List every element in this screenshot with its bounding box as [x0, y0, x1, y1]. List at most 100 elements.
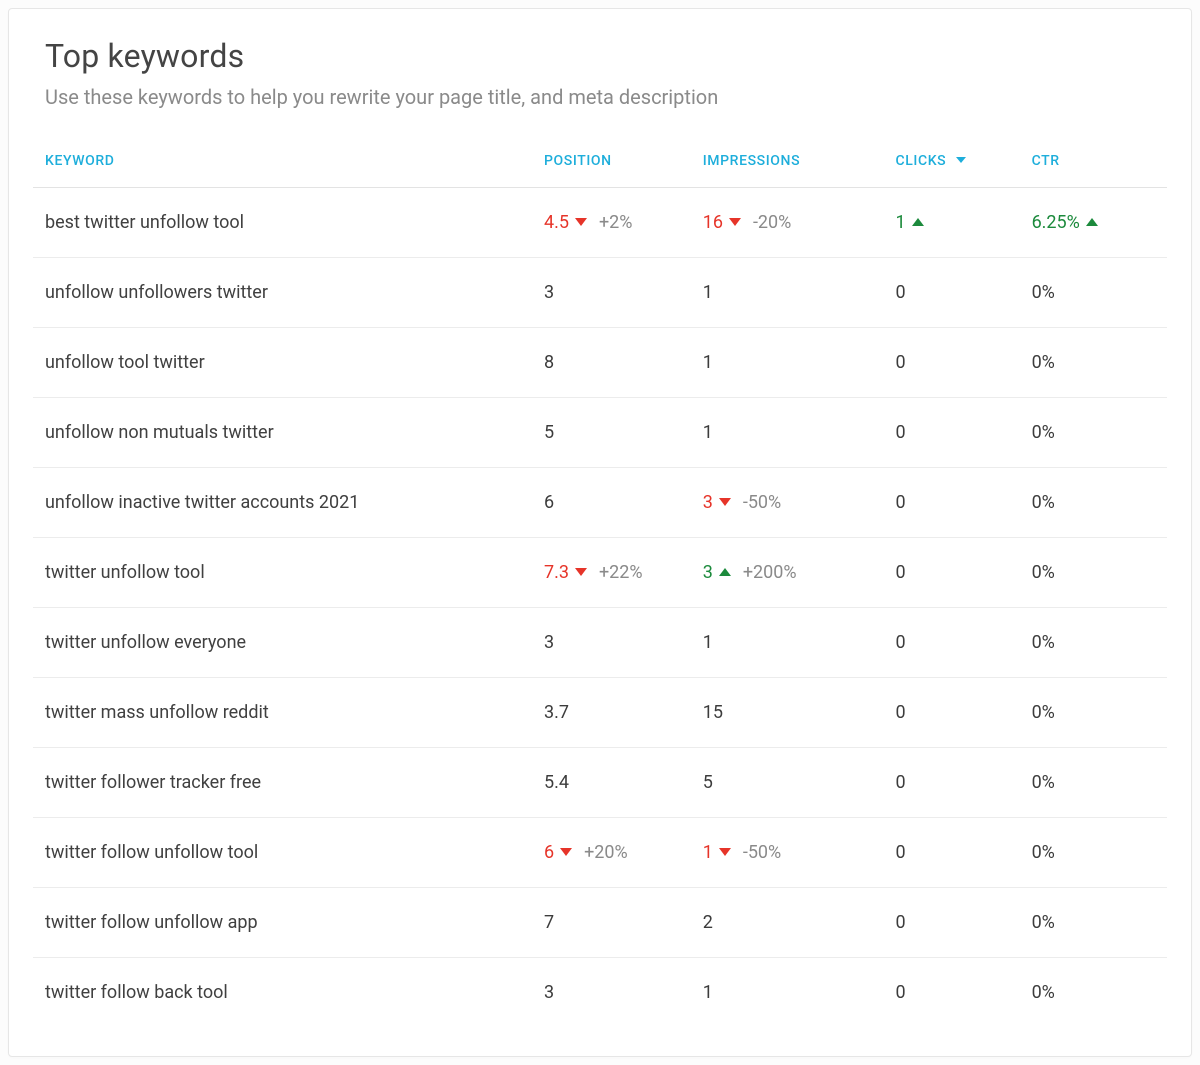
impressions-cell: 15 [691, 678, 884, 748]
clicks-metric: 0 [895, 352, 905, 373]
card-subtitle: Use these keywords to help you rewrite y… [45, 85, 1155, 109]
table-row[interactable]: unfollow tool twitter8100% [33, 328, 1167, 398]
table-header-row: KEYWORD POSITION IMPRESSIONS CLICKS CTR [33, 131, 1167, 188]
position-value: 8 [544, 352, 554, 373]
card-header: Top keywords Use these keywords to help … [9, 37, 1191, 131]
table-row[interactable]: twitter follower tracker free5.4500% [33, 748, 1167, 818]
ctr-value: 0% [1032, 842, 1055, 863]
ctr-metric: 0% [1032, 492, 1055, 513]
impressions-metric: 5 [703, 772, 713, 793]
col-impressions[interactable]: IMPRESSIONS [691, 131, 884, 188]
trend-down-icon [719, 848, 731, 856]
clicks-metric: 1 [895, 212, 925, 233]
clicks-value: 0 [895, 842, 905, 863]
position-cell: 6+20% [532, 818, 691, 888]
impressions-value: 1 [703, 982, 713, 1003]
clicks-metric: 0 [895, 772, 905, 793]
table-row[interactable]: twitter follow unfollow tool 6+20% 1-50% 0 0… [33, 818, 1167, 888]
ctr-value: 0% [1032, 982, 1055, 1003]
position-cell: 7.3+22% [532, 538, 691, 608]
ctr-metric: 0% [1032, 842, 1055, 863]
position-value: 6 [544, 842, 554, 863]
position-cell: 5 [532, 398, 691, 468]
ctr-metric: 0% [1032, 912, 1055, 933]
impressions-cell: 1 [691, 398, 884, 468]
col-ctr-label: CTR [1032, 153, 1060, 169]
col-ctr[interactable]: CTR [1020, 131, 1167, 188]
table-row[interactable]: twitter follow unfollow app7200% [33, 888, 1167, 958]
table-row[interactable]: twitter follow back tool3100% [33, 958, 1167, 1014]
trend-up-icon [719, 568, 731, 576]
impressions-metric: 1 [703, 282, 713, 303]
impressions-cell: 1-50% [691, 818, 884, 888]
position-metric: 3 [544, 982, 554, 1003]
clicks-cell: 0 [883, 258, 1019, 328]
col-clicks[interactable]: CLICKS [883, 131, 1019, 188]
ctr-value: 0% [1032, 702, 1055, 723]
clicks-metric: 0 [895, 562, 905, 583]
position-metric: 6+20% [544, 842, 628, 863]
clicks-value: 0 [895, 492, 905, 513]
clicks-value: 0 [895, 562, 905, 583]
col-impressions-label: IMPRESSIONS [703, 153, 800, 169]
position-metric: 7 [544, 912, 554, 933]
trend-up-icon [1086, 218, 1098, 226]
position-metric: 3 [544, 632, 554, 653]
ctr-cell: 0% [1020, 328, 1167, 398]
position-value: 7.3 [544, 562, 569, 583]
keyword-cell: unfollow non mutuals twitter [33, 398, 532, 468]
keyword-cell: twitter unfollow tool [33, 538, 532, 608]
table-row[interactable]: unfollow non mutuals twitter5100% [33, 398, 1167, 468]
impressions-cell: 1 [691, 958, 884, 1014]
table-row[interactable]: twitter unfollow everyone3100% [33, 608, 1167, 678]
table-row[interactable]: twitter unfollow tool7.3+22%3+200%00% [33, 538, 1167, 608]
table-row[interactable]: unfollow inactive twitter accounts 2021 6… [33, 468, 1167, 538]
impressions-value: 15 [703, 702, 723, 723]
position-metric: 5 [544, 422, 554, 443]
impressions-cell: 16-20% [691, 188, 884, 258]
table-body: best twitter unfollow tool4.5+2%16-20%16… [33, 188, 1167, 1014]
keyword-cell: twitter unfollow everyone [33, 608, 532, 678]
col-position[interactable]: POSITION [532, 131, 691, 188]
impressions-cell: 5 [691, 748, 884, 818]
position-value: 6 [544, 492, 554, 513]
top-keywords-card: Top keywords Use these keywords to help … [8, 8, 1192, 1057]
clicks-metric: 0 [895, 912, 905, 933]
trend-up-icon [912, 218, 924, 226]
keywords-table: KEYWORD POSITION IMPRESSIONS CLICKS CTR … [33, 131, 1167, 1013]
table-row[interactable]: unfollow unfollowers twitter3100% [33, 258, 1167, 328]
trend-down-icon [575, 568, 587, 576]
keyword-cell: twitter follow unfollow app [33, 888, 532, 958]
impressions-value: 1 [703, 282, 713, 303]
ctr-value: 0% [1032, 562, 1055, 583]
keyword-cell: unfollow inactive twitter accounts 2021 [33, 468, 532, 538]
table-row[interactable]: twitter mass unfollow reddit3.71500% [33, 678, 1167, 748]
col-position-label: POSITION [544, 153, 612, 169]
clicks-metric: 0 [895, 282, 905, 303]
ctr-cell: 0% [1020, 678, 1167, 748]
position-value: 4.5 [544, 212, 569, 233]
position-value: 3 [544, 632, 554, 653]
impressions-delta: +200% [743, 562, 797, 583]
position-metric: 6 [544, 492, 554, 513]
clicks-value: 0 [895, 352, 905, 373]
position-metric: 8 [544, 352, 554, 373]
ctr-value: 0% [1032, 282, 1055, 303]
trend-down-icon [729, 218, 741, 226]
keyword-cell: twitter follow unfollow tool [33, 818, 532, 888]
col-keyword[interactable]: KEYWORD [33, 131, 532, 188]
position-cell: 6 [532, 468, 691, 538]
ctr-value: 0% [1032, 632, 1055, 653]
impressions-metric: 1-50% [703, 842, 782, 863]
position-cell: 8 [532, 328, 691, 398]
impressions-metric: 16-20% [703, 212, 792, 233]
clicks-metric: 0 [895, 982, 905, 1003]
clicks-cell: 1 [883, 188, 1019, 258]
impressions-metric: 3-50% [703, 492, 782, 513]
ctr-metric: 0% [1032, 352, 1055, 373]
keyword-cell: twitter follower tracker free [33, 748, 532, 818]
clicks-value: 0 [895, 632, 905, 653]
table-row[interactable]: best twitter unfollow tool4.5+2%16-20%16… [33, 188, 1167, 258]
clicks-cell: 0 [883, 678, 1019, 748]
keyword-cell: twitter mass unfollow reddit [33, 678, 532, 748]
